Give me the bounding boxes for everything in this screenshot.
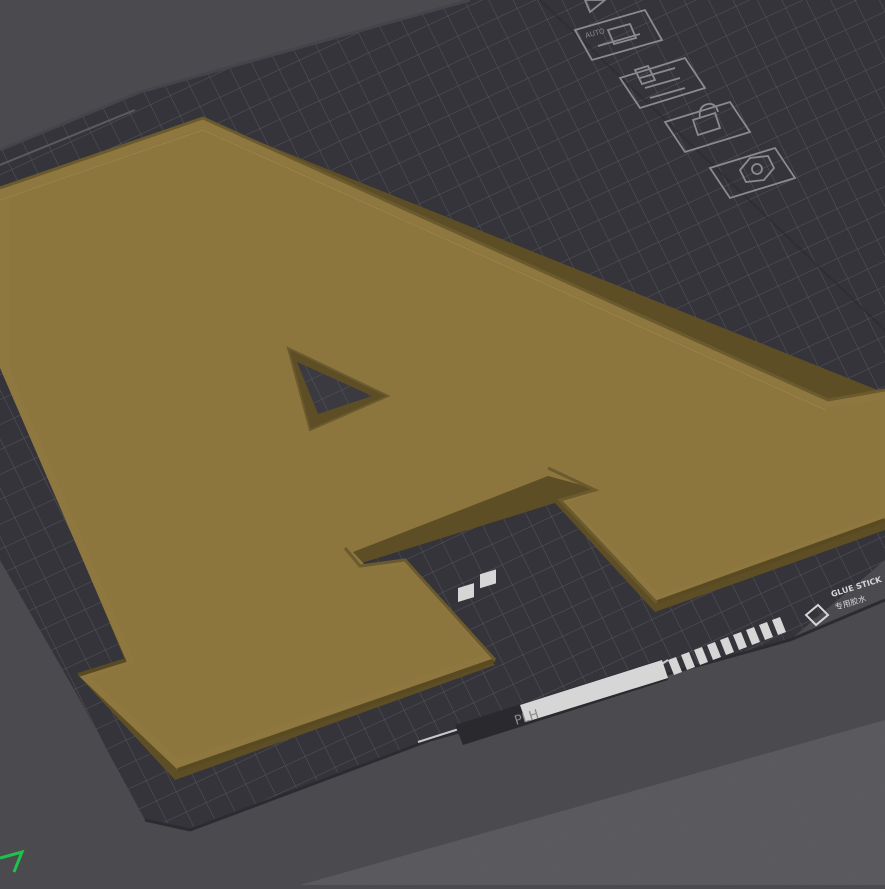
build-plate-scene: AUTO PLH GLUE STICK 专用胶水 [0, 0, 885, 885]
3d-viewport[interactable]: AUTO PLH GLUE STICK 专用胶水 [0, 0, 885, 885]
